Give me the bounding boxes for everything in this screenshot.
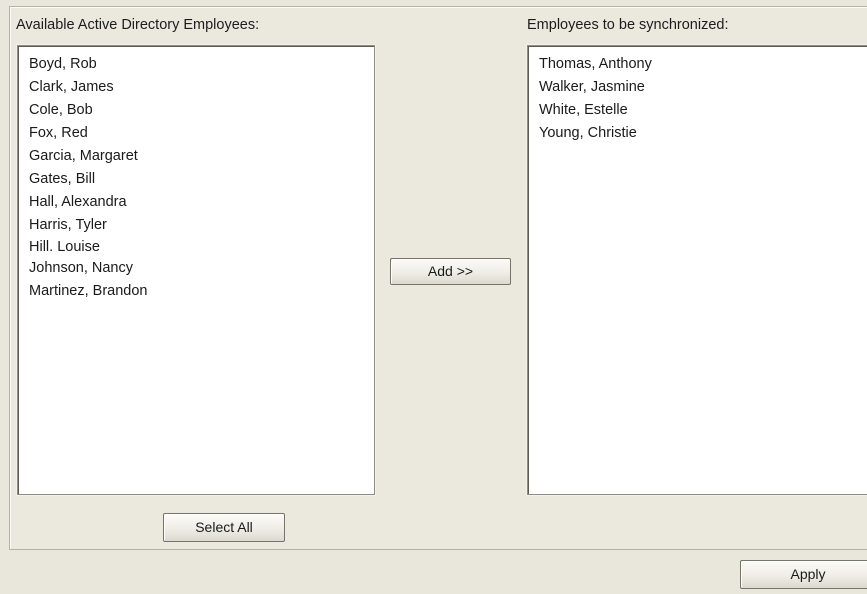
list-item[interactable]: Hall, Alexandra xyxy=(18,191,374,214)
list-item[interactable]: Clark, James xyxy=(18,76,374,99)
apply-button[interactable]: Apply xyxy=(740,560,867,589)
list-item[interactable]: Thomas, Anthony xyxy=(528,53,867,76)
select-all-button[interactable]: Select All xyxy=(163,513,285,542)
available-employees-list[interactable]: Boyd, Rob Clark, James Cole, Bob Fox, Re… xyxy=(17,45,375,495)
list-item[interactable]: Cole, Bob xyxy=(18,99,374,122)
add-button[interactable]: Add >> xyxy=(390,258,511,285)
list-item[interactable]: Young, Christie xyxy=(528,122,867,145)
list-item[interactable]: Garcia, Margaret xyxy=(18,145,374,168)
selected-employees-list[interactable]: Thomas, Anthony Walker, Jasmine White, E… xyxy=(527,45,867,495)
employee-sync-window: Available Active Directory Employees: Em… xyxy=(0,0,867,594)
list-item[interactable]: Walker, Jasmine xyxy=(528,76,867,99)
list-item[interactable]: Hill. Louise xyxy=(18,237,374,257)
list-item[interactable]: Fox, Red xyxy=(18,122,374,145)
list-item[interactable]: Boyd, Rob xyxy=(18,53,374,76)
list-item[interactable]: Gates, Bill xyxy=(18,168,374,191)
list-item[interactable]: Harris, Tyler xyxy=(18,214,374,237)
selected-employees-label: Employees to be synchronized: xyxy=(527,17,729,33)
list-item[interactable]: White, Estelle xyxy=(528,99,867,122)
list-item[interactable]: Johnson, Nancy xyxy=(18,257,374,280)
list-item[interactable]: Martinez, Brandon xyxy=(18,280,374,303)
available-employees-label: Available Active Directory Employees: xyxy=(16,17,260,33)
